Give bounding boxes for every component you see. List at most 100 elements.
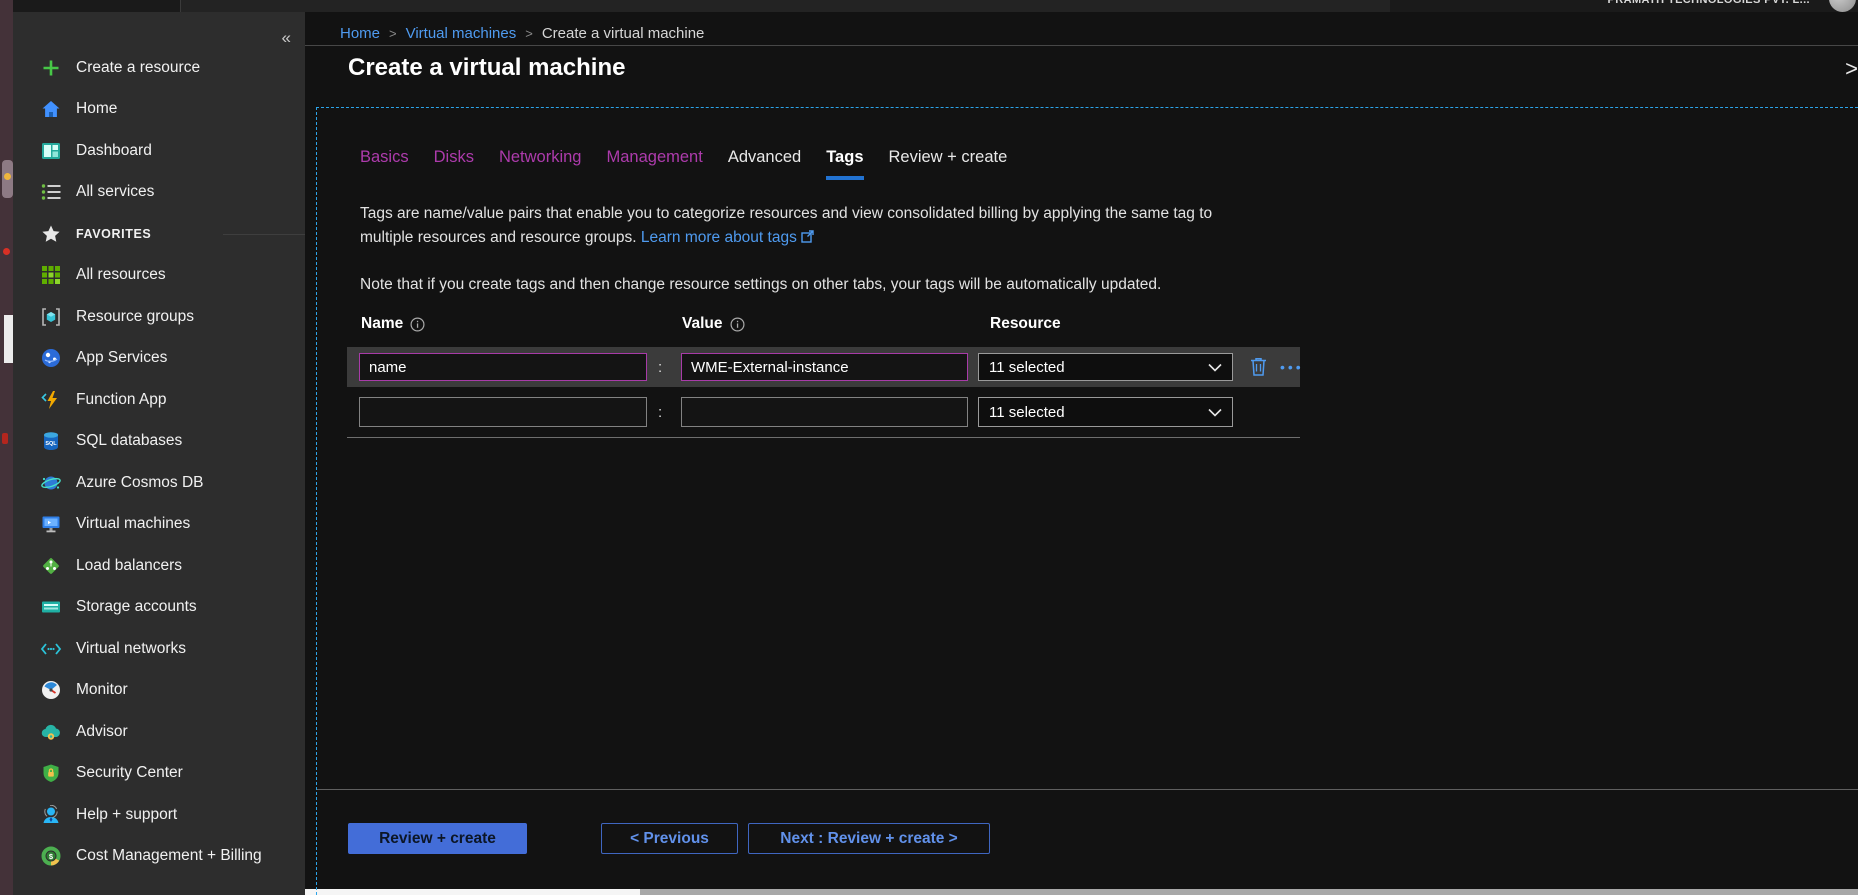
storage-icon [40,596,62,618]
diamond-icon [40,555,62,577]
grid-icon [40,264,62,286]
breadcrumb-home[interactable]: Home [340,25,380,42]
previous-button[interactable]: < Previous [601,823,738,854]
sidebar-item-security-center[interactable]: Security Center [13,753,305,795]
breadcrumb-virtual-machines[interactable]: Virtual machines [406,25,517,42]
home-icon [40,98,62,120]
next-button[interactable]: Next : Review + create > [748,823,990,854]
tag-row-1: : 11 selected ••• [347,347,1300,387]
list-icon [40,181,62,203]
learn-more-link[interactable]: Learn more about tags [641,229,797,246]
chevron-down-icon [1208,408,1222,417]
tags-description: Tags are name/value pairs that enable yo… [360,202,1212,250]
avatar[interactable] [1829,0,1856,12]
dock-dot-red [3,248,10,255]
desktop-dock-edge [0,0,13,895]
cube-brackets-icon [40,306,62,328]
scrollbar-thumb[interactable] [305,889,640,895]
gauge-icon [40,679,62,701]
top-search-bar-edge [180,0,1390,12]
sidebar-item-azure-cosmos-db[interactable]: Azure Cosmos DB [13,462,305,504]
sidebar-item-all-services[interactable]: All services [13,172,305,214]
person-icon [40,804,62,826]
info-icon[interactable] [410,317,425,332]
tags-note: Note that if you create tags and then ch… [360,276,1161,294]
azure-portal-window: PRAMATH TECHNOLOGIES PVT. L... « Create … [0,0,1858,895]
info-icon[interactable] [730,317,745,332]
sidebar-item-monitor[interactable]: Monitor [13,670,305,712]
breadcrumb-current: Create a virtual machine [542,25,705,42]
more-options-icon[interactable]: ••• [1280,347,1304,387]
tag-value-input-empty[interactable] [681,397,968,427]
dock-dot-yellow [4,173,11,180]
horizontal-scrollbar[interactable] [305,889,1858,895]
tab-bar: Basics Disks Networking Management Advan… [360,148,1007,180]
delete-tag-icon[interactable] [1250,356,1267,381]
column-header-name: Name [361,315,425,333]
sidebar-item-home[interactable]: Home [13,89,305,131]
sidebar-item-storage-accounts[interactable]: Storage accounts [13,587,305,629]
sidebar-item-resource-groups[interactable]: Resource groups [13,296,305,338]
main-content: Home > Virtual machines > Create a virtu… [305,12,1858,895]
sidebar-item-dashboard[interactable]: Dashboard [13,130,305,172]
portal-top-bar: PRAMATH TECHNOLOGIES PVT. L... [13,0,1858,12]
sidebar-item-function-app[interactable]: Function App [13,379,305,421]
colon-separator: : [658,391,662,433]
colon-separator: : [658,347,662,387]
sidebar-item-virtual-networks[interactable]: Virtual networks [13,628,305,670]
breadcrumb-separator: > [389,26,397,41]
panel-expand-icon[interactable]: > [1845,56,1858,82]
tag-name-input[interactable] [359,353,647,381]
sidebar-item-app-services[interactable]: App Services [13,338,305,380]
tab-advanced[interactable]: Advanced [728,148,801,180]
network-icon [40,638,62,660]
monitor-icon [40,513,62,535]
tab-management[interactable]: Management [607,148,703,180]
column-header-resource: Resource [990,315,1061,333]
resource-dropdown[interactable]: 11 selected [978,397,1233,427]
sidebar-item-advisor[interactable]: Advisor [13,711,305,753]
sidebar-collapse-icon[interactable]: « [282,28,291,48]
sidebar-item-create-a-resource[interactable]: Create a resource [13,47,305,89]
tab-networking[interactable]: Networking [499,148,582,180]
dock-window-edge [4,315,13,363]
shield-icon [40,762,62,784]
star-icon [40,223,62,245]
dock-dot-red-2 [2,433,8,444]
header-divider [305,45,1858,46]
lightning-icon [40,389,62,411]
tag-value-input[interactable] [681,353,968,381]
donut-icon: $ [40,845,62,867]
sidebar-item-sql-databases[interactable]: SQL SQL databases [13,421,305,463]
tag-name-input-empty[interactable] [359,397,647,427]
globe-icon [40,347,62,369]
tag-row-2: : 11 selected [347,391,1300,433]
svg-text:SQL: SQL [45,441,57,447]
sidebar-item-help-support[interactable]: Help + support [13,794,305,836]
plus-icon [40,57,62,79]
tenant-name: PRAMATH TECHNOLOGIES PVT. L... [1608,0,1810,6]
tab-basics[interactable]: Basics [360,148,409,180]
review-create-button[interactable]: Review + create [348,823,527,854]
sidebar-favorites-header: FAVORITES [13,213,305,255]
sidebar: « Create a resource Home Dashboard [13,12,305,895]
sidebar-item-cost-management[interactable]: $ Cost Management + Billing [13,836,305,878]
resource-dropdown[interactable]: 11 selected [978,353,1233,381]
breadcrumb-separator: > [525,26,533,41]
sidebar-nav: Create a resource Home Dashboard [13,47,305,877]
chevron-down-icon [1208,363,1222,372]
footer-divider [316,789,1858,790]
database-icon: SQL [40,430,62,452]
planet-icon [40,472,62,494]
external-link-icon [801,230,814,243]
table-bottom-border [347,437,1300,438]
cloud-icon [40,721,62,743]
page-title: Create a virtual machine [348,54,625,82]
sidebar-item-all-resources[interactable]: All resources [13,255,305,297]
tab-tags[interactable]: Tags [826,148,863,180]
sidebar-item-virtual-machines[interactable]: Virtual machines [13,504,305,546]
column-header-value: Value [682,315,745,333]
sidebar-item-load-balancers[interactable]: Load balancers [13,545,305,587]
tab-disks[interactable]: Disks [434,148,474,180]
tab-review-create[interactable]: Review + create [889,148,1008,180]
